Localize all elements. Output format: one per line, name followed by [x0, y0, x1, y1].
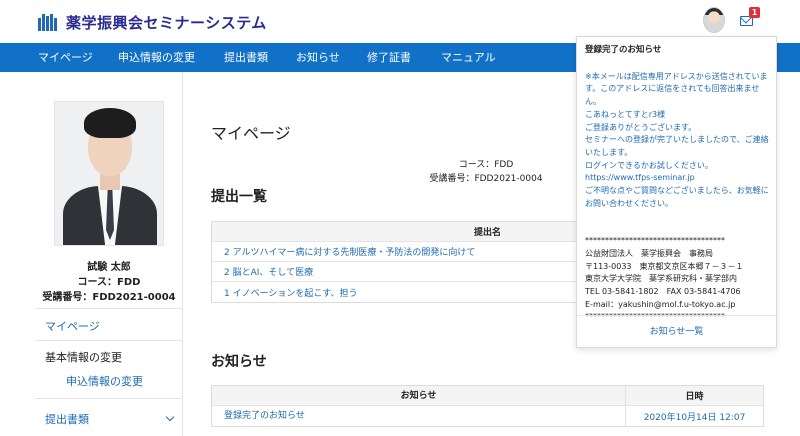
sidebar-divider: [35, 308, 182, 309]
popup-signature: *********************************** 公益財団…: [585, 236, 744, 322]
submission-link[interactable]: 2 脳とAI、そして医療: [224, 265, 313, 278]
mail-count-badge: 1: [749, 7, 760, 18]
nav-notices[interactable]: お知らせ: [296, 43, 340, 72]
notices-title: お知らせ: [211, 354, 267, 370]
notice-date: 2020年10月14日 12:07: [643, 412, 746, 423]
nav-documents[interactable]: 提出書類: [224, 43, 268, 72]
number-label: 受講番号：FDD2021-0004: [429, 174, 543, 184]
sidebar-item-documents[interactable]: 提出書類: [45, 411, 89, 427]
popup-message: ※本メールは配信専用アドレスから送信されています。このアドレスに返信をされても回…: [585, 71, 769, 208]
nav-certificate[interactable]: 修了証書: [367, 43, 411, 72]
notification-popup: 登録完了のお知らせ ※本メールは配信専用アドレスから送信されています。このアドレ…: [576, 36, 777, 348]
column-header: お知らせ: [212, 385, 626, 406]
submission-link[interactable]: 2 アルツハイマー病に対する先制医療・予防法の開発に向けて: [224, 245, 475, 258]
nav-manual[interactable]: マニュアル: [441, 43, 496, 72]
popup-divider: [577, 315, 776, 316]
course-label: コース：FDD: [458, 160, 514, 170]
notice-list-link[interactable]: お知らせ一覧: [577, 326, 776, 339]
site-title: 薬学振興会セミナーシステム: [66, 14, 267, 32]
sidebar-item-mypage[interactable]: マイページ: [45, 318, 100, 334]
sidebar-divider: [35, 340, 182, 341]
user-avatar[interactable]: [703, 7, 725, 33]
sidebar-item-basic-info[interactable]: 基本情報の変更: [45, 349, 122, 365]
user-name: 試験 太郎: [87, 262, 131, 273]
popup-title: 登録完了のお知らせ: [585, 45, 662, 55]
sidebar-divider: [35, 398, 182, 399]
notice-link[interactable]: 登録完了のお知らせ: [212, 406, 626, 426]
profile-photo: [54, 101, 164, 246]
site-logo[interactable]: 薬学振興会セミナーシステム: [38, 12, 267, 33]
user-number: 受講番号：FDD2021-0004: [42, 292, 176, 303]
page-title: マイページ: [211, 124, 291, 143]
table-row: 登録完了のお知らせ 2020年10月14日 12:07: [212, 406, 763, 426]
course-info: コース：FDD 受講番号：FDD2021-0004: [400, 158, 572, 186]
nav-mypage[interactable]: マイページ: [38, 43, 93, 72]
column-header: 提出名: [473, 228, 501, 238]
column-header: 日時: [685, 392, 704, 402]
popup-body: ※本メールは配信専用アドレスから送信されています。このアドレスに返信をされても回…: [585, 58, 773, 324]
user-course: コース：FDD: [77, 277, 141, 288]
submission-link[interactable]: 1 イノベーションを起こす、担う: [224, 286, 358, 299]
nav-application-change[interactable]: 申込情報の変更: [118, 43, 195, 72]
table-header: お知らせ 日時: [212, 385, 763, 406]
notices-table: お知らせ 日時 登録完了のお知らせ 2020年10月14日 12:07: [211, 385, 764, 427]
logo-bars-icon: [38, 14, 60, 31]
submissions-title: 提出一覧: [211, 189, 267, 205]
sidebar-item-application-change[interactable]: 申込情報の変更: [66, 373, 143, 389]
